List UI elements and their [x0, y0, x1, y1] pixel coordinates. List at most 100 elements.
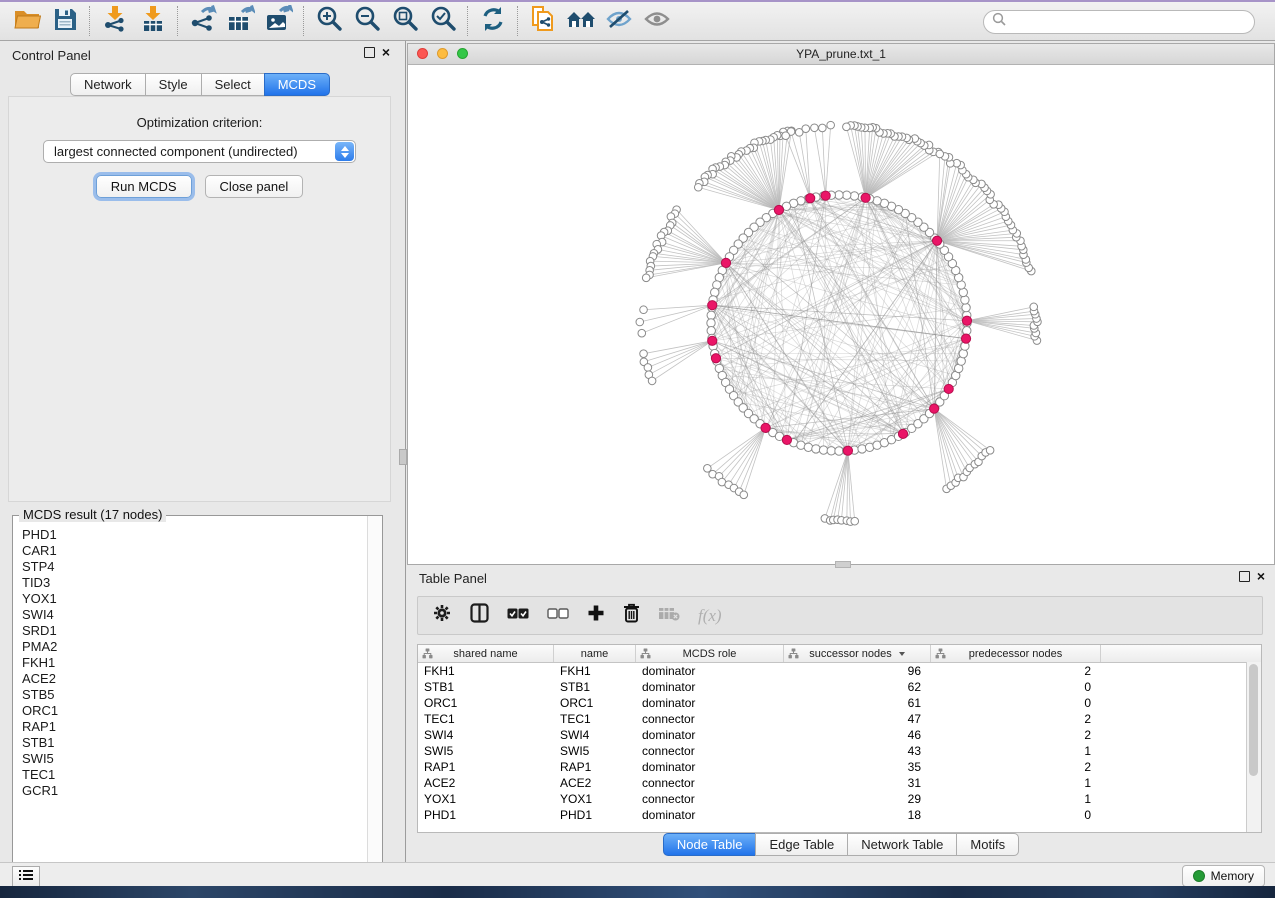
mcds-list-scrollbar[interactable] [367, 516, 382, 877]
zoom-selected-icon [430, 5, 457, 37]
save-session-button[interactable] [46, 4, 84, 38]
task-history-button[interactable] [12, 866, 40, 887]
memory-label: Memory [1211, 869, 1254, 883]
hide-selected-button[interactable] [600, 4, 638, 38]
tab-network[interactable]: Network [70, 73, 146, 96]
table-row[interactable]: ORC1ORC1dominator610 [418, 695, 1261, 711]
mcds-result-item[interactable]: STB1 [22, 735, 367, 751]
tab-style[interactable]: Style [145, 73, 202, 96]
tab-network-table[interactable]: Network Table [847, 833, 957, 856]
mcds-result-item[interactable]: SWI4 [22, 607, 367, 623]
delete-table-icon [658, 606, 680, 626]
close-panel-icon[interactable]: × [1257, 571, 1265, 582]
export-image-button[interactable] [260, 4, 298, 38]
toolbar-separator [177, 6, 179, 36]
select-all-button[interactable] [507, 601, 529, 631]
table-row[interactable]: TEC1TEC1connector472 [418, 711, 1261, 727]
dropdown-stepper-icon [335, 142, 354, 161]
memory-status-icon [1193, 870, 1205, 882]
mcds-result-item[interactable]: STB5 [22, 687, 367, 703]
horizontal-splitter-handle[interactable] [835, 561, 851, 568]
import-table-icon [140, 5, 166, 37]
float-panel-icon[interactable] [364, 47, 375, 58]
list-icon [19, 868, 33, 886]
toolbar-separator [303, 6, 305, 36]
show-all-button[interactable] [638, 4, 676, 38]
network-window-titlebar[interactable]: YPA_prune.txt_1 [408, 44, 1274, 65]
run-mcds-button[interactable]: Run MCDS [96, 175, 192, 198]
mcds-result-item[interactable]: SRD1 [22, 623, 367, 639]
criterion-value: largest connected component (undirected) [54, 144, 298, 159]
control-panel: Control Panel × NetworkStyleSelectMCDS O… [0, 41, 400, 862]
tab-select[interactable]: Select [201, 73, 265, 96]
float-panel-icon[interactable] [1239, 571, 1250, 582]
table-row[interactable]: RAP1RAP1dominator352 [418, 759, 1261, 775]
mcds-result-item[interactable]: ACE2 [22, 671, 367, 687]
search-input[interactable] [1007, 12, 1254, 32]
mcds-result-item[interactable]: RAP1 [22, 719, 367, 735]
column-header-name[interactable]: name [554, 645, 636, 662]
node-table-scrollbar[interactable] [1246, 662, 1261, 832]
mcds-result-item[interactable]: FKH1 [22, 655, 367, 671]
mcds-result-item[interactable]: YOX1 [22, 591, 367, 607]
network-graph-canvas[interactable] [408, 64, 1274, 564]
split-view-button[interactable] [470, 601, 489, 631]
tab-edge-table[interactable]: Edge Table [755, 833, 848, 856]
mcds-result-item[interactable]: STP4 [22, 559, 367, 575]
import-network-button[interactable] [96, 4, 134, 38]
column-header-predecessor-nodes[interactable]: predecessor nodes [931, 645, 1101, 662]
table-row[interactable]: STB1STB1dominator620 [418, 679, 1261, 695]
zoom-fit-icon [392, 5, 419, 37]
first-neighbors-button[interactable] [562, 4, 600, 38]
zoom-selected-button[interactable] [424, 4, 462, 38]
mcds-result-item[interactable]: PMA2 [22, 639, 367, 655]
table-row[interactable]: YOX1YOX1connector291 [418, 791, 1261, 807]
table-row[interactable]: FKH1FKH1dominator962 [418, 663, 1261, 679]
unselect-all-button[interactable] [547, 601, 569, 631]
checked-boxes-icon [507, 607, 529, 625]
mcds-result-item[interactable]: SWI5 [22, 751, 367, 767]
mcds-result-item[interactable]: CAR1 [22, 543, 367, 559]
table-row[interactable]: PHD1PHD1dominator180 [418, 807, 1261, 823]
refresh-view-button[interactable] [474, 4, 512, 38]
table-row[interactable]: SWI5SWI5connector431 [418, 743, 1261, 759]
fx-icon: f(x) [698, 606, 722, 626]
export-network-button[interactable] [184, 4, 222, 38]
zoom-out-button[interactable] [348, 4, 386, 38]
column-header-shared-name[interactable]: shared name [418, 645, 554, 662]
criterion-dropdown[interactable]: largest connected component (undirected) [43, 140, 356, 163]
close-panel-icon[interactable]: × [382, 47, 390, 58]
column-header-successor-nodes[interactable]: successor nodes [784, 645, 931, 662]
clone-network-button[interactable] [524, 4, 562, 38]
tab-motifs[interactable]: Motifs [956, 833, 1019, 856]
table-row[interactable]: ACE2ACE2connector311 [418, 775, 1261, 791]
zoom-in-button[interactable] [310, 4, 348, 38]
mcds-result-item[interactable]: PHD1 [22, 527, 367, 543]
close-panel-button[interactable]: Close panel [205, 175, 304, 198]
export-network-icon [189, 5, 217, 37]
open-file-button[interactable] [8, 4, 46, 38]
toolbar-separator [89, 6, 91, 36]
vertical-splitter-handle[interactable] [399, 449, 407, 465]
mcds-result-item[interactable]: ORC1 [22, 703, 367, 719]
column-header-MCDS-role[interactable]: MCDS role [636, 645, 784, 662]
table-row[interactable]: SWI4SWI4dominator462 [418, 727, 1261, 743]
import-table-button[interactable] [134, 4, 172, 38]
sort-caret-icon [899, 652, 905, 656]
node-table-body: FKH1FKH1dominator962STB1STB1dominator620… [418, 663, 1261, 823]
search-box[interactable] [983, 10, 1255, 34]
scrollbar-thumb[interactable] [1249, 664, 1258, 776]
tab-node-table[interactable]: Node Table [663, 833, 757, 856]
tab-mcds[interactable]: MCDS [264, 73, 330, 96]
mcds-result-item[interactable]: TID3 [22, 575, 367, 591]
export-table-button[interactable] [222, 4, 260, 38]
delete-columns-button[interactable] [623, 601, 640, 631]
toolbar-separator [467, 6, 469, 36]
memory-button[interactable]: Memory [1182, 865, 1265, 887]
mcds-result-item[interactable]: GCR1 [22, 783, 367, 799]
mcds-result-list[interactable]: PHD1CAR1STP4TID3YOX1SWI4SRD1PMA2FKH1ACE2… [14, 519, 367, 876]
mcds-result-item[interactable]: TEC1 [22, 767, 367, 783]
table-settings-button[interactable] [432, 601, 452, 631]
add-column-button[interactable] [587, 601, 605, 631]
zoom-fit-button[interactable] [386, 4, 424, 38]
